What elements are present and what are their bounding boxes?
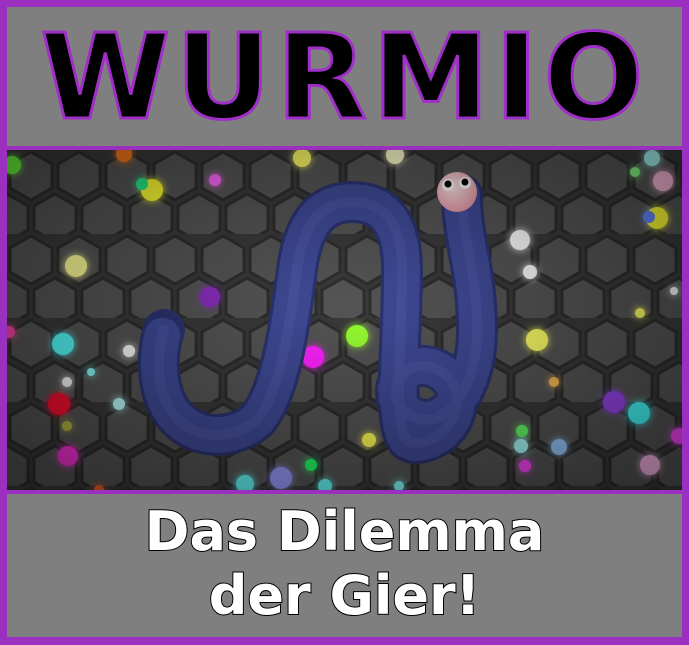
- subtitle-line-2: der Gier!: [208, 564, 481, 627]
- cover-frame: WURMIO Das Dilemma der Gier!: [0, 0, 689, 645]
- game-scene: [7, 150, 682, 490]
- subtitle-line-1: Das Dilemma: [144, 500, 546, 563]
- game-title: WURMIO: [39, 8, 649, 146]
- vignette: [7, 150, 682, 490]
- subtitle-banner: Das Dilemma der Gier!: [7, 494, 682, 637]
- game-canvas: [7, 150, 682, 490]
- title-banner: WURMIO: [7, 7, 682, 146]
